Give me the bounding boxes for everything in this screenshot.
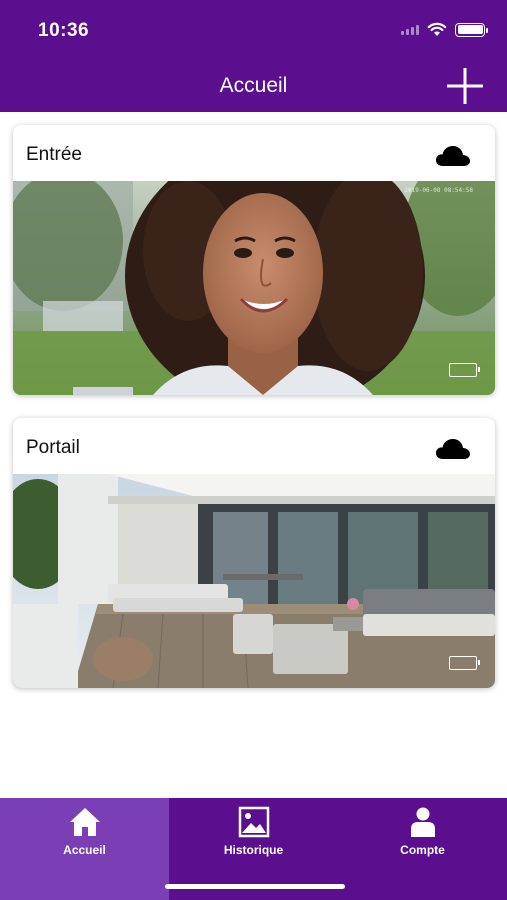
cloud-icon[interactable] — [435, 143, 471, 167]
wifi-icon — [427, 22, 447, 36]
patio-image — [13, 474, 495, 688]
camera-battery-icon — [449, 656, 480, 670]
portrait-image — [13, 181, 495, 395]
home-indicator[interactable] — [165, 884, 345, 889]
camera-feed-entree[interactable]: 2019-06-08 08:54:58 — [13, 181, 495, 395]
nav-bar: Accueil — [0, 62, 507, 112]
card-header: Entrée — [13, 125, 495, 181]
tab-label: Accueil — [63, 843, 106, 857]
tab-label: Historique — [223, 843, 284, 857]
page-title: Accueil — [219, 74, 288, 97]
signal-icon — [401, 24, 419, 35]
battery-icon — [455, 22, 488, 37]
camera-name: Portail — [26, 437, 80, 458]
camera-battery-icon — [449, 363, 480, 377]
tab-label: Compte — [400, 843, 445, 857]
home-icon — [69, 808, 100, 836]
tab-compte[interactable]: Compte — [338, 798, 507, 900]
cloud-icon[interactable] — [435, 436, 471, 460]
video-timestamp: 2019-06-08 08:54:58 — [404, 187, 473, 194]
image-icon — [238, 806, 269, 838]
status-bar: 10:36 — [0, 0, 507, 62]
camera-card-entree[interactable]: Entrée 2019-06-08 08:54:58 — [13, 125, 495, 395]
camera-name: Entrée — [26, 144, 82, 165]
add-button[interactable] — [445, 66, 485, 106]
plus-icon — [447, 68, 483, 104]
camera-feed-portail[interactable] — [13, 474, 495, 688]
camera-card-portail[interactable]: Portail — [13, 418, 495, 688]
status-time: 10:36 — [38, 20, 90, 41]
user-icon — [410, 807, 435, 837]
camera-list: Entrée 2019-06-08 08:54:58 Portail — [0, 112, 507, 798]
status-icons — [401, 22, 488, 37]
tab-accueil[interactable]: Accueil — [0, 798, 169, 900]
card-header: Portail — [13, 418, 495, 474]
